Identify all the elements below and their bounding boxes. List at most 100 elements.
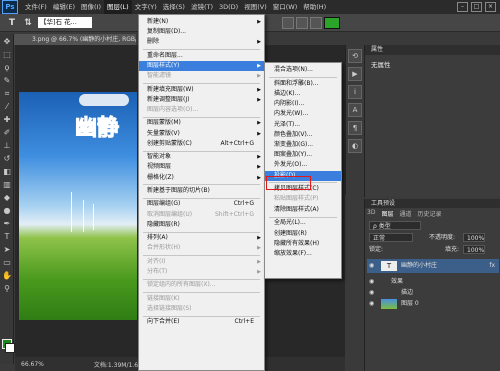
lasso-tool-icon[interactable]: ϙ (2, 63, 12, 73)
menu-item[interactable]: 内发光(W)... (265, 109, 341, 119)
menu-item[interactable]: 隐藏图层(R) (139, 220, 264, 230)
visibility-eye-icon[interactable]: ◉ (369, 297, 374, 311)
clone-stamp-tool-icon[interactable]: ⊥ (2, 141, 12, 151)
healing-brush-tool-icon[interactable]: ✚ (2, 115, 12, 125)
menu-item[interactable]: 向下合并(E) Ctrl+E (139, 317, 264, 327)
layer-row[interactable]: ◉ T 幽静的小村庄 fx (367, 259, 499, 273)
menu-item[interactable]: 文件(F) (22, 0, 50, 14)
zoom-level[interactable]: 66.67% (21, 361, 44, 368)
menu-item[interactable]: 混合选项(N)... (265, 65, 341, 75)
close-icon[interactable]: × (485, 2, 496, 12)
text-orientation-icon[interactable]: ⇅ (22, 17, 34, 29)
menu-item[interactable]: 图案叠加(Y)... (265, 150, 341, 160)
blur-tool-icon[interactable]: ◆ (2, 193, 12, 203)
menu-item[interactable]: 栅格化(Z) ▶ (139, 173, 264, 183)
menu-item[interactable]: 新建调整图层(J) ▶ (139, 95, 264, 105)
menu-item[interactable]: 重命名图层... (139, 51, 264, 61)
path-select-tool-icon[interactable]: ➤ (2, 245, 12, 255)
menu-item[interactable]: 删除 ▶ (139, 37, 264, 47)
menu-item[interactable]: 新建(N) ▶ (139, 17, 264, 27)
menu-item[interactable]: 创建图层(R) (265, 229, 341, 239)
menu-item[interactable]: 视图(V) (241, 0, 270, 14)
menu-item[interactable]: 文字(Y) (132, 0, 160, 14)
menu-item[interactable]: 描边(K)... (265, 89, 341, 99)
minimize-icon[interactable]: – (457, 2, 468, 12)
eyedropper-tool-icon[interactable]: ⁄ (2, 102, 12, 112)
dodge-tool-icon[interactable]: ● (2, 206, 12, 216)
history-panel-icon[interactable]: ⟲ (348, 49, 362, 63)
character-panel-icon[interactable]: A (348, 103, 362, 117)
menu-item[interactable]: 编辑(E) (50, 0, 78, 14)
shape-tool-icon[interactable]: ▭ (2, 258, 12, 268)
maximize-icon[interactable]: □ (471, 2, 482, 12)
menu-item[interactable]: 光泽(T)... (265, 120, 341, 130)
eraser-tool-icon[interactable]: ◧ (2, 167, 12, 177)
document-canvas[interactable]: 幽静 (19, 92, 137, 320)
menu-item[interactable]: 新建基于图层的切片(B) (139, 186, 264, 196)
layer-effects-icon[interactable]: fx (489, 259, 495, 273)
menu-item[interactable]: 窗口(W) (270, 0, 301, 14)
layer-filter-select[interactable]: ρ 类型 (369, 221, 421, 230)
history-brush-tool-icon[interactable]: ↺ (2, 154, 12, 164)
brush-tool-icon[interactable]: ✐ (2, 128, 12, 138)
menu-item[interactable]: 排列(A) ▶ (139, 233, 264, 243)
menu-item[interactable]: 矢量蒙版(V) ▶ (139, 129, 264, 139)
pen-tool-icon[interactable]: ✒ (2, 219, 12, 229)
menu-item[interactable]: 新建填充图层(W) ▶ (139, 85, 264, 95)
layers-panel-title[interactable]: 工具预设 (365, 199, 500, 208)
fill-input[interactable]: 100% (463, 245, 485, 254)
align-left-icon[interactable] (282, 16, 294, 29)
layers-tab[interactable]: 通道 (399, 209, 411, 218)
menu-item[interactable]: 图层(L) (104, 0, 132, 14)
hand-tool-icon[interactable]: ✋ (2, 271, 12, 281)
font-family-select[interactable]: 【华]石 花... (38, 17, 92, 28)
menu-item[interactable]: 内阴影(I)... (265, 99, 341, 109)
layers-tab[interactable]: 图层 (381, 209, 393, 218)
menu-item[interactable]: 3D(D) (216, 0, 241, 14)
menu-item[interactable]: 滤镜(T) (188, 0, 216, 14)
menu-item[interactable]: 选择(S) (160, 0, 188, 14)
menu-item[interactable]: 隐藏所有效果(H) (265, 239, 341, 249)
menu-item[interactable]: 斜面和浮雕(B)... (265, 79, 341, 89)
zoom-tool-icon[interactable]: ⚲ (2, 284, 12, 294)
crop-tool-icon[interactable]: ⌗ (2, 89, 12, 99)
menu-item[interactable]: 外发光(O)... (265, 160, 341, 170)
move-tool-icon[interactable]: ✥ (2, 37, 12, 47)
menu-item[interactable]: 颜色叠加(V)... (265, 130, 341, 140)
text-color-swatch[interactable] (324, 16, 340, 29)
menu-item[interactable]: 智能对象 ▶ (139, 152, 264, 162)
layers-tab[interactable]: 3D (367, 209, 375, 218)
document-tab[interactable]: 3.png @ 66.7% (幽静的小村庄, RGB/8 (14, 34, 136, 45)
layer-row[interactable]: ◉ 图层 0 (367, 297, 499, 311)
marquee-tool-icon[interactable]: ⬚ (2, 50, 12, 60)
align-center-icon[interactable] (296, 16, 308, 29)
menu-item[interactable]: 图层编组(G) Ctrl+G (139, 199, 264, 209)
background-color-swatch[interactable] (5, 343, 15, 353)
menu-item[interactable]: 缩放效果(F)... (265, 249, 341, 259)
menu-item[interactable]: 渐变叠加(G)... (265, 140, 341, 150)
adjustments-panel-icon[interactable]: ◐ (348, 139, 362, 153)
properties-panel-title[interactable]: 属性 (365, 45, 500, 55)
menu-item[interactable]: 创建剪贴蒙版(C) Alt+Ctrl+G (139, 139, 264, 149)
blend-mode-select[interactable]: 正常 (369, 233, 413, 242)
info-panel-icon[interactable]: i (348, 85, 362, 99)
layers-tab[interactable]: 历史记录 (417, 209, 441, 218)
text-tool-icon[interactable]: T (6, 17, 18, 29)
opacity-input[interactable]: 100% (463, 233, 485, 242)
visibility-eye-icon[interactable]: ◉ (369, 259, 374, 273)
menu-item[interactable]: 全局光(L)... (265, 218, 341, 228)
menu-item-label: 合并形状(H) (147, 244, 181, 252)
paragraph-panel-icon[interactable]: ¶ (348, 121, 362, 135)
menu-item[interactable]: 帮助(H) (300, 0, 329, 14)
menu-item[interactable]: 图像(I) (78, 0, 104, 14)
menu-item[interactable]: 图层蒙版(M) ▶ (139, 118, 264, 128)
type-tool-icon[interactable]: T (2, 232, 12, 242)
quick-select-tool-icon[interactable]: ✎ (2, 76, 12, 86)
actions-panel-icon[interactable]: ▶ (348, 67, 362, 81)
gradient-tool-icon[interactable]: ▥ (2, 180, 12, 190)
menu-item[interactable]: 清除图层样式(A) (265, 205, 341, 215)
menu-item[interactable]: 图层样式(Y) ▶ (139, 61, 264, 71)
align-right-icon[interactable] (310, 16, 322, 29)
menu-item[interactable]: 视频图层 ▶ (139, 162, 264, 172)
menu-item[interactable]: 复制图层(D)... (139, 27, 264, 37)
